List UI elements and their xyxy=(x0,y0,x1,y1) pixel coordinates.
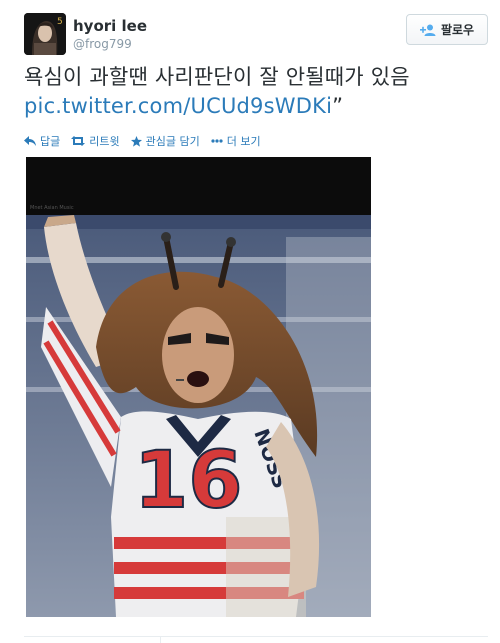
avatar-badge: 5 xyxy=(57,17,63,27)
reply-label: 답글 xyxy=(40,135,61,148)
reply-arrow-icon xyxy=(24,136,36,146)
follow-button-label: 팔로우 xyxy=(440,23,475,37)
tweet-media-link[interactable]: pic.twitter.com/UCUd9sWDKi xyxy=(24,94,332,118)
tweet-header: 5 hyori lee @frog799 팔로우 xyxy=(24,13,488,55)
more-label: 더 보기 xyxy=(226,135,261,148)
tweet-body: 욕심이 과할땐 사리판단이 잘 안될때가 있음 xyxy=(24,65,410,89)
tweet-photo[interactable]: Mnet Asian Music 16 NOSS xyxy=(26,157,371,617)
follow-button[interactable]: 팔로우 xyxy=(406,14,488,45)
display-name[interactable]: hyori lee xyxy=(73,17,147,35)
tweet-trailing-quote: ” xyxy=(332,94,344,118)
retweet-label: 리트윗 xyxy=(89,135,120,148)
avatar[interactable]: 5 xyxy=(24,13,66,55)
footer-divider xyxy=(24,636,488,637)
retweet-button[interactable]: 리트윗 xyxy=(71,133,120,149)
avatar-image: 5 xyxy=(24,13,66,55)
screen-caption: Mnet Asian Music xyxy=(30,205,74,211)
tweet-actions: 답글 리트윗 관심글 담기 더 보기 xyxy=(24,133,272,149)
jersey-number: 16 xyxy=(134,436,243,526)
username[interactable]: @frog799 xyxy=(73,37,132,51)
performance-photo: Mnet Asian Music 16 NOSS xyxy=(26,157,371,617)
add-user-icon xyxy=(419,24,436,36)
more-button[interactable]: 더 보기 xyxy=(211,133,261,149)
retweet-icon xyxy=(71,136,86,146)
ellipsis-icon xyxy=(211,139,223,143)
reply-button[interactable]: 답글 xyxy=(24,133,60,149)
star-icon xyxy=(130,135,142,147)
tweet-text: 욕심이 과할땐 사리판단이 잘 안될때가 있음 pic.twitter.com/U… xyxy=(24,63,484,121)
favorite-label: 관심글 담기 xyxy=(145,135,200,148)
favorite-button[interactable]: 관심글 담기 xyxy=(130,133,200,149)
footer-divider-tick xyxy=(160,636,161,643)
